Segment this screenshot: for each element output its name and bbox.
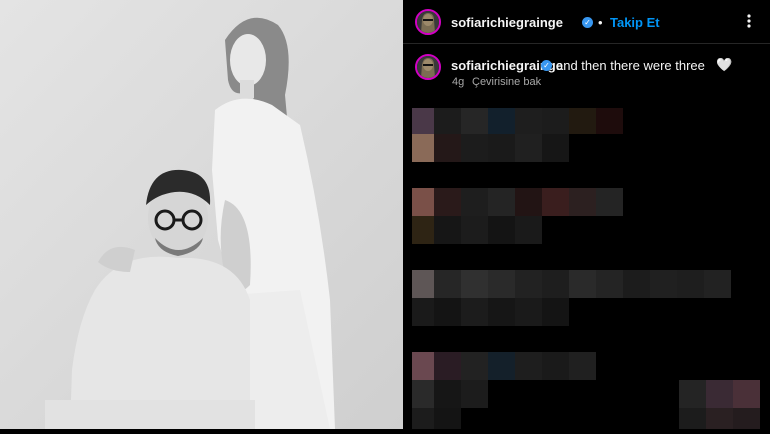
caption-avatar[interactable] [415,54,441,80]
avatar-image-icon [417,11,439,33]
header-username[interactable]: sofiarichiegrainge [451,15,563,30]
profile-avatar[interactable] [415,9,441,35]
separator-dot: • [598,15,603,30]
see-translation-link[interactable]: Çevirisine bak [472,76,541,88]
caption-text: and then there were three [556,58,705,73]
post-photo [0,0,403,429]
pixelated-content-icon [412,108,760,429]
photo-couple-icon [0,0,403,429]
verified-badge-icon: ✓ [582,17,593,28]
post-header: sofiarichiegrainge ✓ • Takip Et [403,0,770,44]
more-options-icon[interactable] [742,13,756,29]
avatar-image-icon [417,56,439,78]
post-time[interactable]: 4g [452,76,464,88]
white-heart-icon: 🤍 [716,57,733,72]
verified-badge-icon: ✓ [541,60,552,71]
blurred-comments-area [403,106,770,429]
follow-button[interactable]: Takip Et [610,15,660,30]
post-side-panel: sofiarichiegrainge ✓ • Takip Et sofiaric… [403,0,770,429]
